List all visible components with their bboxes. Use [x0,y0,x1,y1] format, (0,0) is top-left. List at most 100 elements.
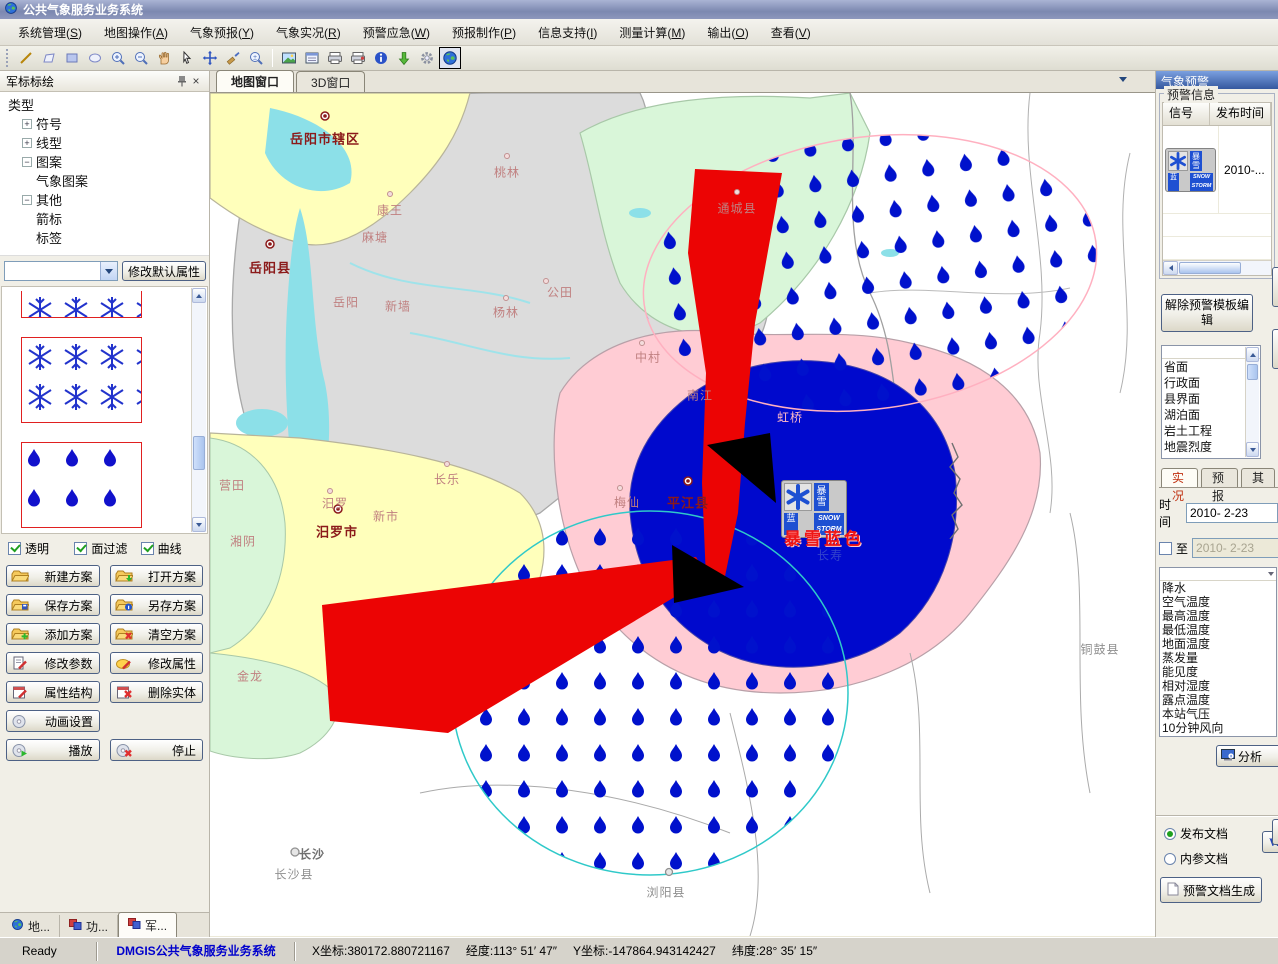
cut-button[interactable] [1272,819,1278,845]
zoom-out-icon[interactable] [130,47,152,69]
image-icon[interactable] [278,47,300,69]
close-icon[interactable]: × [189,74,203,88]
tree-item[interactable]: 标签 [4,228,209,247]
bottom-tab-地[interactable]: 地... [2,915,60,937]
to-time-input[interactable] [1192,538,1278,558]
tree-expander-icon[interactable]: + [22,138,32,148]
bottom-tab-军[interactable]: 军... [118,912,177,937]
tab-map-window[interactable]: 地图窗口 [216,70,294,92]
cut-button[interactable] [1272,329,1278,369]
element-item[interactable]: 露点温度 [1160,693,1276,707]
download-arrow-icon[interactable] [393,47,415,69]
menu-item-w[interactable]: 预警应急(W) [353,21,440,44]
radio-icon[interactable] [1164,853,1176,865]
element-item[interactable]: 能见度 [1160,665,1276,679]
element-item[interactable]: 降水 [1160,581,1276,595]
tree-expander-icon[interactable]: − [22,157,32,167]
cut-button[interactable] [1272,267,1278,307]
menu-item-s[interactable]: 系统管理(S) [8,21,92,44]
checkbox-曲线[interactable]: 曲线 [141,540,203,557]
settings-gear-icon[interactable] [416,47,438,69]
element-item[interactable]: 最低温度 [1160,623,1276,637]
delete-entity-button[interactable]: 删除实体 [110,681,204,703]
checkbox-面过滤[interactable]: 面过滤 [74,540,136,557]
save-plan-button[interactable]: 保存方案 [6,594,100,616]
snow-pattern-swatch[interactable] [21,291,142,318]
brush-icon[interactable] [222,47,244,69]
tree-item[interactable]: 气象图案 [4,171,209,190]
element-list-header[interactable] [1160,568,1276,581]
analyze-button[interactable]: 分析 [1216,745,1278,767]
modify-default-attrs-button[interactable]: 修改默认属性 [122,261,206,281]
radio-内参文档[interactable]: 内参文档 [1164,850,1278,867]
pan-hand-icon[interactable] [153,47,175,69]
polygon-icon[interactable] [38,47,60,69]
zoom-extent-icon[interactable]: ± [245,47,267,69]
rain-pattern-swatch[interactable] [21,442,142,528]
attr-structure-button[interactable]: 属性结构 [6,681,100,703]
element-item[interactable]: 蒸发量 [1160,651,1276,665]
rectangle-icon[interactable] [61,47,83,69]
tree-expander-icon[interactable]: + [22,119,32,129]
element-item[interactable]: 空气温度 [1160,595,1276,609]
menu-item-o[interactable]: 输出(O) [697,21,758,44]
tab-实况[interactable]: 实况 [1161,468,1198,487]
animation-settings-button[interactable]: 动画设置 [6,710,100,732]
tree-item[interactable]: −图案 [4,152,209,171]
new-plan-button[interactable]: 新建方案 [6,565,100,587]
element-item[interactable]: 本站气压 [1160,707,1276,721]
info-icon[interactable] [370,47,392,69]
menu-item-r[interactable]: 气象实况(R) [266,21,351,44]
checkbox-icon[interactable] [8,542,21,555]
table-hscrollbar[interactable] [1163,260,1271,275]
swatch-scrollbar[interactable] [191,288,206,532]
map-canvas[interactable]: 岳阳市辖区岳阳县汨罗市平江县汨罗桃林康王麻塘岳阳新墙公田杨林中村通城县南江虹桥长… [210,93,1155,936]
ellipse-icon[interactable] [84,47,106,69]
checkbox-icon[interactable] [74,542,87,555]
tree-expander-icon[interactable]: − [22,195,32,205]
scroll-down-icon[interactable] [1246,442,1259,457]
chevron-down-icon[interactable] [100,262,117,280]
clear-warning-template-button[interactable]: 解除预警模板编辑 [1161,294,1253,332]
tree-item[interactable]: 箭标 [4,209,209,228]
scroll-up-icon[interactable] [192,288,206,303]
tree-item[interactable]: +符号 [4,114,209,133]
tab-其[interactable]: 其 [1241,468,1275,487]
menu-item-i[interactable]: 信息支持(I) [528,21,607,44]
tree-item[interactable]: −其他 [4,190,209,209]
scroll-up-icon[interactable] [1246,347,1259,362]
snow-pattern-swatch[interactable] [21,337,142,423]
bottom-tab-功[interactable]: 功... [60,915,118,937]
scroll-down-icon[interactable] [192,517,206,532]
print-icon[interactable] [324,47,346,69]
menu-item-m[interactable]: 测量计算(M) [609,21,695,44]
tree-root[interactable]: 类型 [4,95,209,114]
globe-icon[interactable] [439,47,461,69]
open-plan-button[interactable]: 打开方案 [110,565,204,587]
modify-attrs-button[interactable]: 修改属性 [110,652,204,674]
layer-scrollbar[interactable] [1245,347,1259,457]
saveas-plan-button[interactable]: 另存方案 [110,594,204,616]
select-cursor-icon[interactable] [176,47,198,69]
print-preview-icon[interactable] [347,47,369,69]
generate-warning-doc-button[interactable]: 预警文档生成 [1160,877,1262,903]
element-item[interactable]: 最高温度 [1160,609,1276,623]
menu-item-a[interactable]: 地图操作(A) [94,21,178,44]
play-button[interactable]: 播放 [6,739,100,761]
clear-plan-button[interactable]: 清空方案 [110,623,204,645]
menu-item-y[interactable]: 气象预报(Y) [180,21,264,44]
element-item[interactable]: 相对湿度 [1160,679,1276,693]
line-icon[interactable] [15,47,37,69]
tree-item[interactable]: +线型 [4,133,209,152]
to-checkbox[interactable] [1159,542,1172,555]
tab-list-dropdown-icon[interactable] [1119,77,1127,82]
zoom-in-icon[interactable] [107,47,129,69]
stop-button[interactable]: 停止 [110,739,204,761]
scroll-left-icon[interactable] [1163,261,1178,275]
modify-params-button[interactable]: 修改参数 [6,652,100,674]
checkbox-透明[interactable]: 透明 [8,540,70,557]
element-item[interactable]: 地面温度 [1160,637,1276,651]
symbol-combobox[interactable] [4,261,118,281]
radio-icon[interactable] [1164,828,1176,840]
add-plan-button[interactable]: 添加方案 [6,623,100,645]
